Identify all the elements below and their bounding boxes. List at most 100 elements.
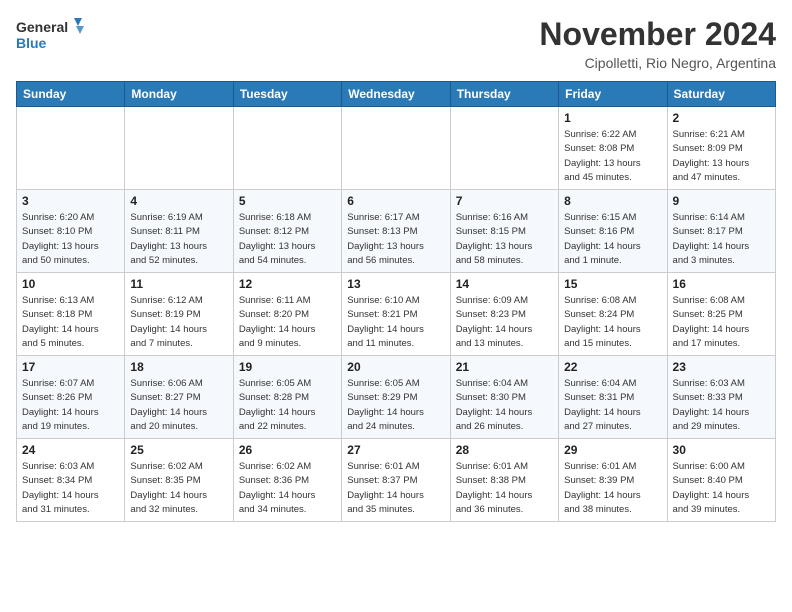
calendar-cell: 7Sunrise: 6:16 AM Sunset: 8:15 PM Daylig…: [450, 190, 558, 273]
day-info: Sunrise: 6:19 AM Sunset: 8:11 PM Dayligh…: [130, 211, 227, 268]
day-info: Sunrise: 6:12 AM Sunset: 8:19 PM Dayligh…: [130, 294, 227, 351]
day-info: Sunrise: 6:22 AM Sunset: 8:08 PM Dayligh…: [564, 128, 661, 185]
calendar-week-2: 3Sunrise: 6:20 AM Sunset: 8:10 PM Daylig…: [17, 190, 776, 273]
day-info: Sunrise: 6:03 AM Sunset: 8:34 PM Dayligh…: [22, 460, 119, 517]
day-header-tuesday: Tuesday: [233, 82, 341, 107]
day-number: 30: [673, 443, 770, 457]
day-number: 3: [22, 194, 119, 208]
calendar-cell: 16 Sunrise: 6:08 AM Sunset: 8:25 PM Dayli…: [667, 273, 775, 356]
day-number: 7: [456, 194, 553, 208]
calendar-cell: 2 Sunrise: 6:21 AM Sunset: 8:09 PM Daylig…: [667, 107, 775, 190]
calendar-cell: 3Sunrise: 6:20 AM Sunset: 8:10 PM Daylig…: [17, 190, 125, 273]
day-info: Sunrise: 6:21 AM Sunset: 8:09 PM Dayligh…: [673, 128, 770, 185]
day-info: Sunrise: 6:08 AM Sunset: 8:25 PM Dayligh…: [673, 294, 770, 351]
logo-svg: General Blue: [16, 16, 86, 60]
calendar-cell: 22 Sunrise: 6:04 AM Sunset: 8:31 PM Dayli…: [559, 356, 667, 439]
day-info: Sunrise: 6:18 AM Sunset: 8:12 PM Dayligh…: [239, 211, 336, 268]
day-number: 20: [347, 360, 444, 374]
day-number: 21: [456, 360, 553, 374]
day-info: Sunrise: 6:05 AM Sunset: 8:28 PM Dayligh…: [239, 377, 336, 434]
day-number: 16: [673, 277, 770, 291]
day-info: Sunrise: 6:01 AM Sunset: 8:39 PM Dayligh…: [564, 460, 661, 517]
day-header-thursday: Thursday: [450, 82, 558, 107]
day-info: Sunrise: 6:01 AM Sunset: 8:37 PM Dayligh…: [347, 460, 444, 517]
logo: General Blue: [16, 16, 86, 60]
calendar-cell: 9 Sunrise: 6:14 AM Sunset: 8:17 PM Daylig…: [667, 190, 775, 273]
calendar-cell: 21 Sunrise: 6:04 AM Sunset: 8:30 PM Dayli…: [450, 356, 558, 439]
calendar-cell: 17 Sunrise: 6:07 AM Sunset: 8:26 PM Dayli…: [17, 356, 125, 439]
day-number: 6: [347, 194, 444, 208]
day-number: 15: [564, 277, 661, 291]
calendar-cell: 25 Sunrise: 6:02 AM Sunset: 8:35 PM Dayli…: [125, 439, 233, 522]
calendar-cell: [125, 107, 233, 190]
day-info: Sunrise: 6:13 AM Sunset: 8:18 PM Dayligh…: [22, 294, 119, 351]
day-info: Sunrise: 6:05 AM Sunset: 8:29 PM Dayligh…: [347, 377, 444, 434]
calendar-cell: 19 Sunrise: 6:05 AM Sunset: 8:28 PM Dayli…: [233, 356, 341, 439]
calendar-cell: 11 Sunrise: 6:12 AM Sunset: 8:19 PM Dayli…: [125, 273, 233, 356]
day-header-monday: Monday: [125, 82, 233, 107]
day-info: Sunrise: 6:08 AM Sunset: 8:24 PM Dayligh…: [564, 294, 661, 351]
day-number: 29: [564, 443, 661, 457]
calendar-cell: 14Sunrise: 6:09 AM Sunset: 8:23 PM Dayli…: [450, 273, 558, 356]
day-number: 8: [564, 194, 661, 208]
day-number: 13: [347, 277, 444, 291]
day-number: 19: [239, 360, 336, 374]
month-title: November 2024: [539, 16, 776, 53]
day-info: Sunrise: 6:04 AM Sunset: 8:30 PM Dayligh…: [456, 377, 553, 434]
calendar-cell: 30 Sunrise: 6:00 AM Sunset: 8:40 PM Dayli…: [667, 439, 775, 522]
day-info: Sunrise: 6:17 AM Sunset: 8:13 PM Dayligh…: [347, 211, 444, 268]
calendar-cell: 8 Sunrise: 6:15 AM Sunset: 8:16 PM Daylig…: [559, 190, 667, 273]
day-info: Sunrise: 6:14 AM Sunset: 8:17 PM Dayligh…: [673, 211, 770, 268]
calendar-week-5: 24Sunrise: 6:03 AM Sunset: 8:34 PM Dayli…: [17, 439, 776, 522]
day-info: Sunrise: 6:04 AM Sunset: 8:31 PM Dayligh…: [564, 377, 661, 434]
day-info: Sunrise: 6:03 AM Sunset: 8:33 PM Dayligh…: [673, 377, 770, 434]
calendar-cell: 12 Sunrise: 6:11 AM Sunset: 8:20 PM Dayli…: [233, 273, 341, 356]
day-number: 1: [564, 111, 661, 125]
header: General Blue November 2024 Cipolletti, R…: [16, 16, 776, 71]
day-header-friday: Friday: [559, 82, 667, 107]
day-info: Sunrise: 6:11 AM Sunset: 8:20 PM Dayligh…: [239, 294, 336, 351]
day-number: 26: [239, 443, 336, 457]
day-info: Sunrise: 6:09 AM Sunset: 8:23 PM Dayligh…: [456, 294, 553, 351]
svg-text:Blue: Blue: [16, 35, 47, 51]
day-info: Sunrise: 6:00 AM Sunset: 8:40 PM Dayligh…: [673, 460, 770, 517]
calendar-cell: 13 Sunrise: 6:10 AM Sunset: 8:21 PM Dayli…: [342, 273, 450, 356]
page: General Blue November 2024 Cipolletti, R…: [0, 0, 792, 612]
title-block: November 2024 Cipolletti, Rio Negro, Arg…: [539, 16, 776, 71]
day-header-sunday: Sunday: [17, 82, 125, 107]
calendar-cell: 26Sunrise: 6:02 AM Sunset: 8:36 PM Dayli…: [233, 439, 341, 522]
calendar-cell: 4 Sunrise: 6:19 AM Sunset: 8:11 PM Daylig…: [125, 190, 233, 273]
day-info: Sunrise: 6:02 AM Sunset: 8:35 PM Dayligh…: [130, 460, 227, 517]
day-number: 2: [673, 111, 770, 125]
calendar-week-1: 1 Sunrise: 6:22 AM Sunset: 8:08 PM Daylig…: [17, 107, 776, 190]
day-info: Sunrise: 6:15 AM Sunset: 8:16 PM Dayligh…: [564, 211, 661, 268]
day-number: 28: [456, 443, 553, 457]
day-number: 9: [673, 194, 770, 208]
day-number: 10: [22, 277, 119, 291]
day-info: Sunrise: 6:10 AM Sunset: 8:21 PM Dayligh…: [347, 294, 444, 351]
day-number: 5: [239, 194, 336, 208]
day-number: 25: [130, 443, 227, 457]
calendar-cell: 1 Sunrise: 6:22 AM Sunset: 8:08 PM Daylig…: [559, 107, 667, 190]
day-number: 18: [130, 360, 227, 374]
day-header-wednesday: Wednesday: [342, 82, 450, 107]
calendar-cell: 23 Sunrise: 6:03 AM Sunset: 8:33 PM Dayli…: [667, 356, 775, 439]
day-info: Sunrise: 6:07 AM Sunset: 8:26 PM Dayligh…: [22, 377, 119, 434]
day-number: 22: [564, 360, 661, 374]
calendar-cell: 6 Sunrise: 6:17 AM Sunset: 8:13 PM Daylig…: [342, 190, 450, 273]
day-number: 17: [22, 360, 119, 374]
calendar: SundayMondayTuesdayWednesdayThursdayFrid…: [16, 81, 776, 522]
calendar-cell: 15 Sunrise: 6:08 AM Sunset: 8:24 PM Dayli…: [559, 273, 667, 356]
day-number: 12: [239, 277, 336, 291]
calendar-cell: 20 Sunrise: 6:05 AM Sunset: 8:29 PM Dayli…: [342, 356, 450, 439]
day-number: 23: [673, 360, 770, 374]
calendar-cell: [17, 107, 125, 190]
day-info: Sunrise: 6:01 AM Sunset: 8:38 PM Dayligh…: [456, 460, 553, 517]
day-number: 4: [130, 194, 227, 208]
day-header-saturday: Saturday: [667, 82, 775, 107]
location: Cipolletti, Rio Negro, Argentina: [539, 55, 776, 71]
calendar-week-3: 10 Sunrise: 6:13 AM Sunset: 8:18 PM Dayli…: [17, 273, 776, 356]
day-number: 27: [347, 443, 444, 457]
svg-text:General: General: [16, 19, 68, 35]
day-number: 11: [130, 277, 227, 291]
